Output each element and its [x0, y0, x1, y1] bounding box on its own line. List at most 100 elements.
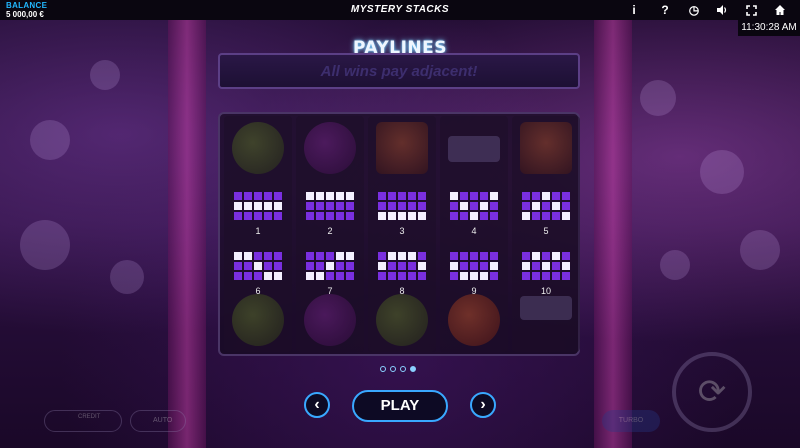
- payline-cell: [480, 262, 488, 270]
- payline-cell: [326, 202, 334, 210]
- payline-cell-active: [542, 192, 550, 200]
- payline-cell-active: [336, 252, 344, 260]
- payline-cell: [460, 262, 468, 270]
- payline-cell-active: [316, 192, 324, 200]
- info-icon[interactable]: i: [625, 2, 643, 18]
- payline-pattern: [378, 192, 426, 220]
- payline-cell: [234, 212, 242, 220]
- credit-label: CREDIT: [78, 414, 101, 420]
- game-title: MYSTERY STACKS: [350, 4, 450, 15]
- payline-3: 3: [372, 192, 432, 236]
- page-indicator: [380, 366, 416, 372]
- payline-cell: [542, 272, 550, 280]
- payline-cell: [522, 252, 530, 260]
- payline-cell-active: [562, 212, 570, 220]
- payline-cell: [398, 202, 406, 210]
- payline-cell-active: [274, 272, 282, 280]
- payline-pattern: [522, 252, 570, 280]
- previous-page-button[interactable]: ‹: [304, 392, 330, 418]
- payline-cell-active: [480, 272, 488, 280]
- home-icon[interactable]: [771, 2, 789, 18]
- fullscreen-icon[interactable]: [742, 2, 760, 18]
- payline-number: 1: [255, 226, 261, 236]
- payline-cell-active: [234, 202, 242, 210]
- payline-cell: [316, 212, 324, 220]
- payline-cell: [398, 272, 406, 280]
- payline-cell: [274, 212, 282, 220]
- payline-5: 5: [516, 192, 576, 236]
- payline-cell: [244, 192, 252, 200]
- payline-cell-active: [398, 252, 406, 260]
- payline-cell: [418, 192, 426, 200]
- page-dot[interactable]: [380, 366, 386, 372]
- payline-pattern: [306, 252, 354, 280]
- payline-pattern: [450, 192, 498, 220]
- payline-cell: [460, 192, 468, 200]
- payline-cell: [562, 252, 570, 260]
- payline-cell-active: [480, 202, 488, 210]
- payline-pattern: [234, 192, 282, 220]
- payline-cell: [264, 262, 272, 270]
- payline-cell: [552, 212, 560, 220]
- page-dot[interactable]: [400, 366, 406, 372]
- page-dot[interactable]: [410, 366, 416, 372]
- payline-cell: [254, 212, 262, 220]
- payline-cell-active: [336, 192, 344, 200]
- payline-cell: [264, 212, 272, 220]
- payline-cell: [408, 262, 416, 270]
- payline-cell: [450, 252, 458, 260]
- payline-cell: [418, 272, 426, 280]
- payline-cell: [336, 212, 344, 220]
- payline-cell: [388, 272, 396, 280]
- next-page-button[interactable]: ›: [470, 392, 496, 418]
- payline-cell: [480, 212, 488, 220]
- payline-cell-active: [522, 212, 530, 220]
- payline-cell: [274, 192, 282, 200]
- bokeh-light: [640, 80, 676, 116]
- payline-cell-active: [254, 202, 262, 210]
- payline-cell: [460, 212, 468, 220]
- payline-cell: [306, 212, 314, 220]
- payline-cell: [522, 192, 530, 200]
- payline-cell-active: [552, 202, 560, 210]
- payline-cell: [326, 212, 334, 220]
- payline-cell: [388, 202, 396, 210]
- bokeh-light: [90, 60, 120, 90]
- payline-9: 9: [444, 252, 504, 296]
- payline-cell-active: [460, 202, 468, 210]
- sound-icon[interactable]: [713, 2, 731, 18]
- lime-symbol: [232, 122, 284, 174]
- payline-cell: [490, 212, 498, 220]
- payline-8: 8: [372, 252, 432, 296]
- payline-cell-active: [326, 262, 334, 270]
- bokeh-light: [740, 230, 780, 270]
- payline-cell-active: [418, 212, 426, 220]
- payline-cell-active: [418, 262, 426, 270]
- payline-number: 10: [540, 286, 551, 296]
- payline-number: 8: [399, 286, 405, 296]
- bokeh-light: [700, 150, 744, 194]
- payline-cell: [418, 202, 426, 210]
- payline-cell: [326, 272, 334, 280]
- payline-cell-active: [562, 262, 570, 270]
- payline-cell: [408, 202, 416, 210]
- payline-cell: [490, 202, 498, 210]
- payline-cell-active: [316, 272, 324, 280]
- payline-cell-active: [532, 252, 540, 260]
- page-dot[interactable]: [390, 366, 396, 372]
- help-icon[interactable]: ?: [656, 2, 674, 18]
- payline-4: 4: [444, 192, 504, 236]
- payline-cell: [450, 202, 458, 210]
- play-button[interactable]: PLAY: [352, 390, 448, 422]
- payline-cell: [542, 202, 550, 210]
- payline-cell: [336, 272, 344, 280]
- stage-pillar-left: [168, 20, 206, 448]
- payline-cell: [244, 212, 252, 220]
- payline-7: 7: [300, 252, 360, 296]
- payline-cell-active: [346, 252, 354, 260]
- payline-pattern: [450, 252, 498, 280]
- history-icon[interactable]: ◷: [685, 2, 703, 18]
- payline-cell-active: [388, 252, 396, 260]
- payline-pattern: [522, 192, 570, 220]
- payline-cell: [552, 262, 560, 270]
